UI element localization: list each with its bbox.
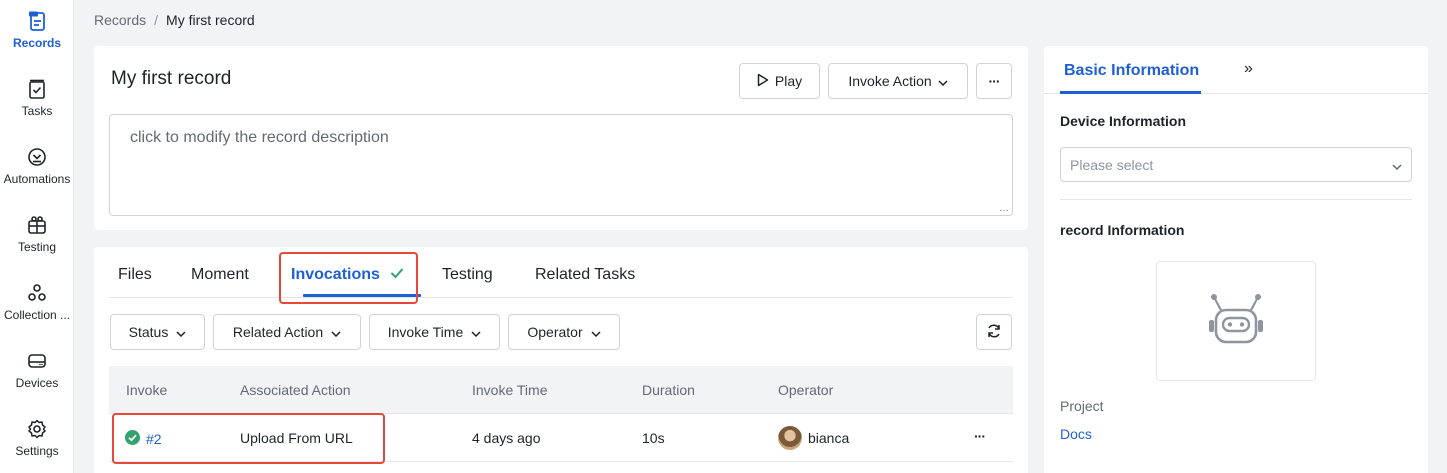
project-link[interactable]: Docs: [1060, 426, 1092, 442]
device-select-placeholder: Please select: [1070, 156, 1154, 173]
breadcrumb-records-link[interactable]: Records: [94, 12, 146, 28]
play-icon: [757, 73, 769, 90]
status-filter[interactable]: Status: [110, 314, 205, 350]
tab-basic-information[interactable]: Basic Information: [1064, 62, 1199, 80]
invoke-action-button[interactable]: Invoke Action: [828, 63, 968, 99]
record-description-input[interactable]: click to modify the record description …: [109, 114, 1013, 216]
avatar: [778, 426, 802, 450]
nav-label: Devices: [15, 376, 59, 390]
record-detail-card: Files Moment Invocations Testing Related…: [94, 247, 1028, 473]
panel-tab-bar: Basic Information »: [1044, 46, 1428, 94]
nav-label: Records: [12, 36, 62, 50]
more-icon: ···: [988, 73, 1001, 89]
refresh-button[interactable]: [976, 314, 1012, 350]
operator-filter-label: Operator: [527, 324, 583, 340]
tab-bar: Files Moment Invocations Testing Related…: [109, 247, 1013, 298]
column-header: Invoke Time: [472, 382, 548, 398]
breadcrumb-separator: /: [154, 12, 159, 28]
related-action-filter[interactable]: Related Action: [213, 314, 361, 350]
devices-icon: [26, 350, 48, 372]
nav-item-automations[interactable]: Automations: [0, 146, 74, 186]
invoke-time-filter-label: Invoke Time: [387, 324, 464, 340]
description-placeholder: click to modify the record description: [130, 129, 389, 146]
page-title: My first record: [111, 68, 232, 89]
nav-item-devices[interactable]: Devices: [0, 350, 74, 390]
operator-cell: bianca: [778, 426, 849, 450]
nav-item-settings[interactable]: Settings: [0, 418, 74, 458]
more-options-button[interactable]: ···: [976, 63, 1012, 99]
record-header-card: My first record Play Invoke Action ··· c…: [94, 46, 1028, 230]
table-header: Invoke Associated Action Invoke Time Dur…: [109, 366, 1013, 414]
project-label: Project: [1060, 398, 1104, 414]
invoke-time-filter[interactable]: Invoke Time: [369, 314, 500, 350]
nav-label: Tasks: [21, 104, 53, 118]
column-header: Associated Action: [240, 382, 351, 398]
operator-filter[interactable]: Operator: [508, 314, 620, 350]
nav-item-records[interactable]: Records: [0, 10, 74, 50]
chevron-down-icon: [471, 324, 481, 340]
settings-icon: [26, 418, 48, 440]
chevron-down-icon: [1392, 157, 1402, 173]
refresh-icon: [986, 323, 1002, 342]
row-highlight-box: [112, 413, 385, 464]
chevron-down-icon: [938, 73, 948, 89]
basic-information-panel: Basic Information » Device Information P…: [1044, 46, 1428, 473]
records-icon: [26, 10, 48, 32]
status-filter-label: Status: [128, 324, 169, 340]
operator-name: bianca: [808, 430, 850, 446]
tab-related-tasks[interactable]: Related Tasks: [535, 266, 635, 284]
tasks-icon: [26, 78, 48, 100]
robot-icon: [1206, 292, 1266, 351]
collection-icon: [26, 282, 48, 304]
duration-cell: 10s: [642, 430, 665, 446]
chevron-down-icon: [331, 324, 341, 340]
left-nav: Records Tasks Automations Testing Collec…: [0, 0, 74, 473]
column-header: Invoke: [126, 382, 168, 398]
chevron-down-icon: [591, 324, 601, 340]
nav-label: Settings: [15, 444, 59, 458]
column-header: Duration: [642, 382, 695, 398]
tab-testing[interactable]: Testing: [442, 266, 493, 284]
invoke-action-label: Invoke Action: [848, 73, 932, 89]
nav-item-collection[interactable]: Collection ...: [0, 282, 74, 322]
nav-label: Testing: [17, 240, 57, 254]
invocations-highlight-box: [279, 252, 418, 304]
resize-handle-icon[interactable]: …: [999, 203, 1009, 214]
related-action-filter-label: Related Action: [232, 324, 324, 340]
row-more-button[interactable]: ···: [974, 428, 986, 444]
active-tab-indicator: [1060, 91, 1201, 94]
nav-item-tasks[interactable]: Tasks: [0, 78, 74, 118]
record-avatar-box[interactable]: [1156, 261, 1316, 381]
testing-icon: [26, 214, 48, 236]
tab-files[interactable]: Files: [118, 266, 152, 284]
column-header: Operator: [778, 382, 834, 398]
nav-item-testing[interactable]: Testing: [0, 214, 74, 254]
play-label: Play: [774, 73, 803, 89]
breadcrumb-current: My first record: [166, 12, 255, 28]
device-information-title: Device Information: [1060, 113, 1187, 129]
record-information-title: record Information: [1060, 222, 1185, 238]
breadcrumb: Records / My first record: [94, 12, 255, 28]
nav-label: Collection ...: [3, 308, 71, 322]
chevron-down-icon: [176, 324, 186, 340]
nav-label: Automations: [3, 172, 71, 186]
invoke-time-cell: 4 days ago: [472, 430, 541, 446]
device-select[interactable]: Please select: [1060, 147, 1412, 182]
tab-moment[interactable]: Moment: [191, 266, 249, 284]
collapse-panel-icon[interactable]: »: [1244, 60, 1253, 78]
automations-icon: [26, 146, 48, 168]
divider: [1060, 199, 1412, 200]
play-button[interactable]: Play: [739, 63, 820, 99]
